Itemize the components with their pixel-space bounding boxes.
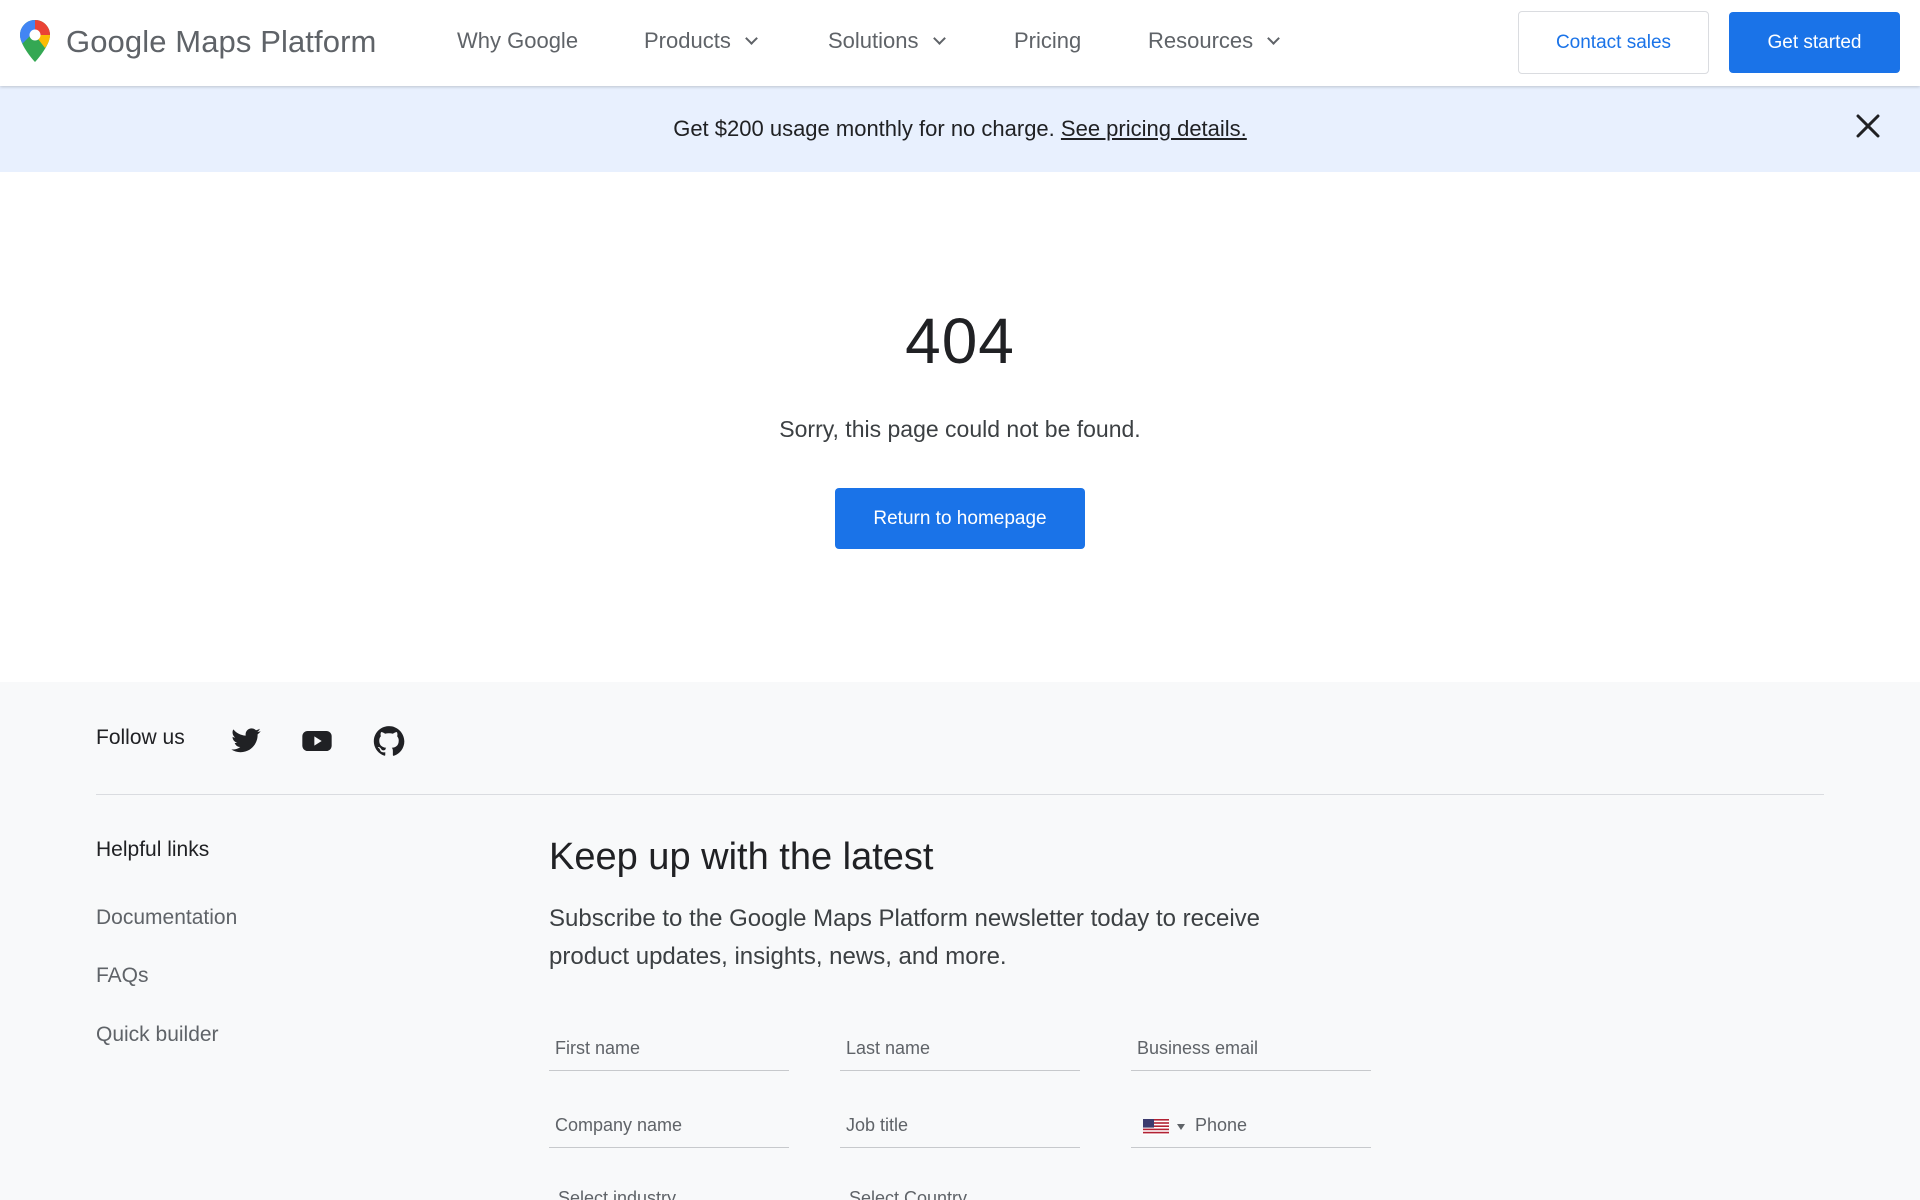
country-select[interactable]: Select Country [849,1188,967,1200]
newsletter-description: Subscribe to the Google Maps Platform ne… [549,905,1261,970]
job-title-input[interactable] [840,1104,1080,1148]
footer-divider [96,794,1824,795]
chevron-down-icon [744,31,758,45]
nav-products[interactable]: Products [644,28,758,54]
close-icon [1856,114,1880,138]
quick-builder-link[interactable]: Quick builder [96,1023,219,1047]
industry-select[interactable]: Select industry [558,1188,676,1200]
error-message: Sorry, this page could not be found. [779,416,1141,442]
documentation-link[interactable]: Documentation [96,906,237,930]
return-homepage-button[interactable]: Return to homepage [835,488,1085,549]
error-code: 404 [905,305,1015,377]
logo[interactable]: Google Maps Platform [18,18,376,64]
logo-text: Google Maps Platform [66,24,377,59]
phone-input[interactable] [1195,1104,1365,1147]
nav-pricing[interactable]: Pricing [1014,28,1081,54]
nav-solutions[interactable]: Solutions [828,28,946,54]
get-started-button[interactable]: Get started [1729,12,1900,73]
github-link[interactable] [372,724,406,758]
site-header: Google Maps Platform Why Google Products… [0,0,1920,86]
chevron-down-icon [1267,31,1281,45]
twitter-link[interactable] [229,724,263,758]
chevron-down-icon [932,31,946,45]
banner-close-button[interactable] [1854,112,1882,140]
caret-down-icon[interactable] [1177,1124,1185,1130]
github-icon [373,726,405,756]
see-pricing-link[interactable]: See pricing details. [1061,116,1247,141]
youtube-link[interactable] [300,724,334,758]
us-flag-icon[interactable] [1143,1119,1169,1135]
map-pin-icon [20,20,50,62]
business-email-input[interactable] [1131,1027,1371,1071]
phone-field [1131,1104,1371,1148]
helpful-links-title: Helpful links [96,838,210,861]
promo-banner: Get $200 usage monthly for no charge. Se… [0,86,1920,172]
newsletter-title: Keep up with the latest [549,836,934,878]
faqs-link[interactable]: FAQs [96,964,149,988]
contact-sales-button[interactable]: Contact sales [1518,11,1709,74]
nav-resources[interactable]: Resources [1148,28,1281,54]
twitter-icon [231,728,261,753]
follow-us-label: Follow us [96,726,185,749]
banner-message: Get $200 usage monthly for no charge. Se… [673,116,1247,141]
first-name-input[interactable] [549,1027,789,1071]
last-name-input[interactable] [840,1027,1080,1071]
company-name-input[interactable] [549,1104,789,1148]
nav-why-google[interactable]: Why Google [457,28,578,54]
error-section: 404 Sorry, this page could not be found.… [0,172,1920,682]
youtube-icon [302,731,332,751]
